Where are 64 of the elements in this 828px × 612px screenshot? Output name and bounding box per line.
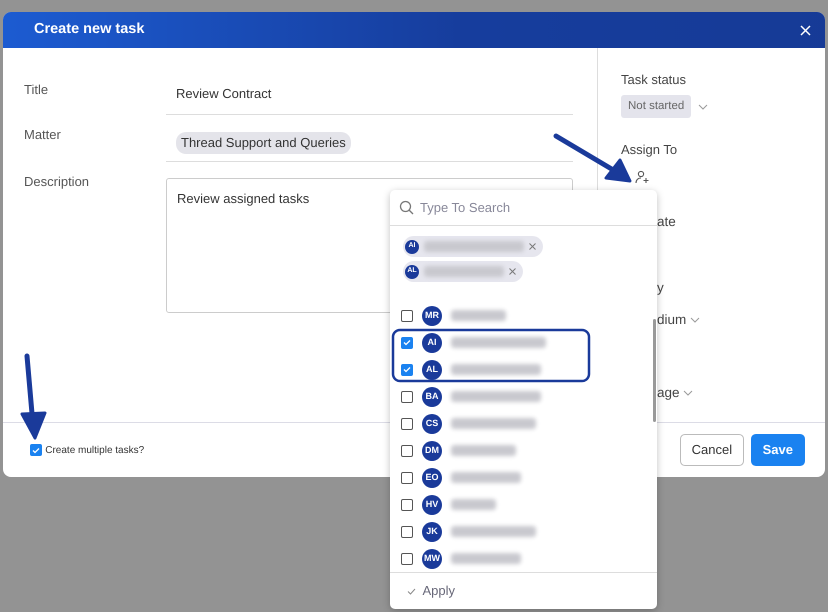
user-option[interactable]: CS bbox=[390, 410, 657, 437]
checkbox[interactable] bbox=[401, 418, 413, 430]
checkbox[interactable] bbox=[401, 472, 413, 484]
chevron-icon bbox=[690, 317, 700, 324]
checkbox[interactable] bbox=[401, 364, 413, 376]
checkbox[interactable] bbox=[30, 444, 42, 456]
avatar: HV bbox=[422, 494, 442, 514]
cancel-button[interactable]: Cancel bbox=[680, 434, 744, 466]
title-field[interactable]: Review Contract bbox=[166, 70, 573, 115]
matter-tag[interactable]: Thread Support and Queries bbox=[176, 132, 351, 154]
redacted-name bbox=[451, 445, 516, 456]
checkbox[interactable] bbox=[401, 552, 413, 564]
avatar: CS bbox=[422, 414, 442, 434]
select-value[interactable]: age bbox=[657, 382, 680, 403]
checkbox[interactable] bbox=[401, 444, 413, 456]
check-icon bbox=[403, 339, 411, 346]
select-value[interactable]: dium bbox=[657, 310, 686, 330]
remove-icon[interactable] bbox=[529, 243, 536, 250]
checkbox[interactable] bbox=[401, 390, 413, 402]
checkbox[interactable] bbox=[401, 498, 413, 510]
check-icon bbox=[403, 366, 411, 373]
check-icon bbox=[407, 588, 416, 594]
redacted-name bbox=[451, 553, 521, 564]
field-label: Task status bbox=[621, 71, 688, 89]
add-user-icon[interactable] bbox=[635, 170, 650, 184]
avatar: JK bbox=[422, 522, 442, 542]
avatar: EO bbox=[422, 468, 442, 488]
avatar: DM bbox=[422, 440, 442, 460]
remove-icon[interactable] bbox=[509, 268, 516, 275]
save-button[interactable]: Save bbox=[750, 434, 805, 466]
search-icon bbox=[399, 200, 414, 215]
field-label: Matter bbox=[24, 126, 62, 144]
user-option[interactable]: AI bbox=[390, 329, 657, 356]
avatar: BA bbox=[422, 386, 442, 406]
avatar: AI bbox=[422, 332, 442, 352]
field-label: y bbox=[657, 279, 664, 297]
field-label: Description bbox=[24, 173, 90, 191]
field-label: Assign To bbox=[621, 141, 678, 160]
chevron-icon bbox=[682, 390, 693, 396]
apply-button[interactable]: Apply bbox=[407, 581, 456, 601]
field-label: ate bbox=[657, 212, 676, 231]
dialog-title: Create new task bbox=[34, 20, 144, 40]
redacted-name bbox=[451, 499, 496, 510]
user-option[interactable]: AL bbox=[390, 356, 657, 383]
user-option[interactable]: JK bbox=[390, 518, 657, 545]
user-option[interactable]: DM bbox=[390, 437, 657, 464]
user-option[interactable]: MW bbox=[390, 545, 657, 572]
avatar: MW bbox=[422, 548, 442, 568]
redacted-name bbox=[451, 472, 521, 483]
check-icon bbox=[32, 446, 40, 454]
checkbox-label: Create multiple tasks? bbox=[45, 444, 144, 458]
checkbox[interactable] bbox=[401, 310, 413, 322]
user-option[interactable]: HV bbox=[390, 491, 657, 518]
status-select[interactable]: Not started bbox=[621, 95, 692, 118]
user-option[interactable]: BA bbox=[390, 383, 657, 410]
field-label: Title bbox=[24, 81, 50, 99]
redacted-name bbox=[451, 310, 506, 321]
user-option[interactable]: EO bbox=[390, 464, 657, 491]
checkbox[interactable] bbox=[401, 336, 413, 348]
chevron-icon bbox=[698, 104, 708, 110]
avatar: MR bbox=[422, 306, 442, 326]
checkbox[interactable] bbox=[401, 526, 413, 538]
avatar: AL bbox=[422, 360, 442, 380]
close-icon[interactable] bbox=[800, 24, 811, 36]
